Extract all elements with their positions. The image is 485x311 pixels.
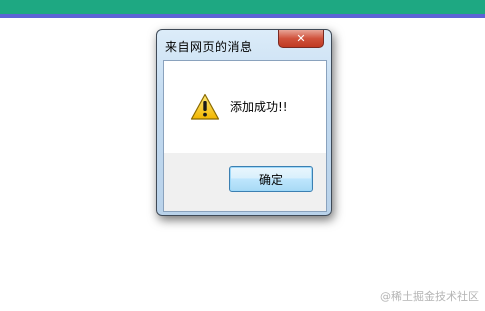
dialog-title: 来自网页的消息 <box>165 40 253 54</box>
dialog-message: 添加成功!! <box>230 100 288 114</box>
dialog-button-bar: 确定 <box>164 153 326 211</box>
ok-button[interactable]: 确定 <box>229 166 313 192</box>
alert-dialog: 来自网页的消息 ✕ 添加成功!! 确定 <box>156 29 332 216</box>
close-icon: ✕ <box>296 32 306 45</box>
dialog-content: 添加成功!! <box>164 61 326 153</box>
top-header-band <box>0 0 485 14</box>
watermark-text: @稀土掘金技术社区 <box>380 290 479 303</box>
dialog-client-area: 添加成功!! 确定 <box>163 60 327 212</box>
close-button[interactable]: ✕ <box>278 30 324 48</box>
top-header-accent-line <box>0 14 485 18</box>
warning-icon <box>190 93 220 120</box>
